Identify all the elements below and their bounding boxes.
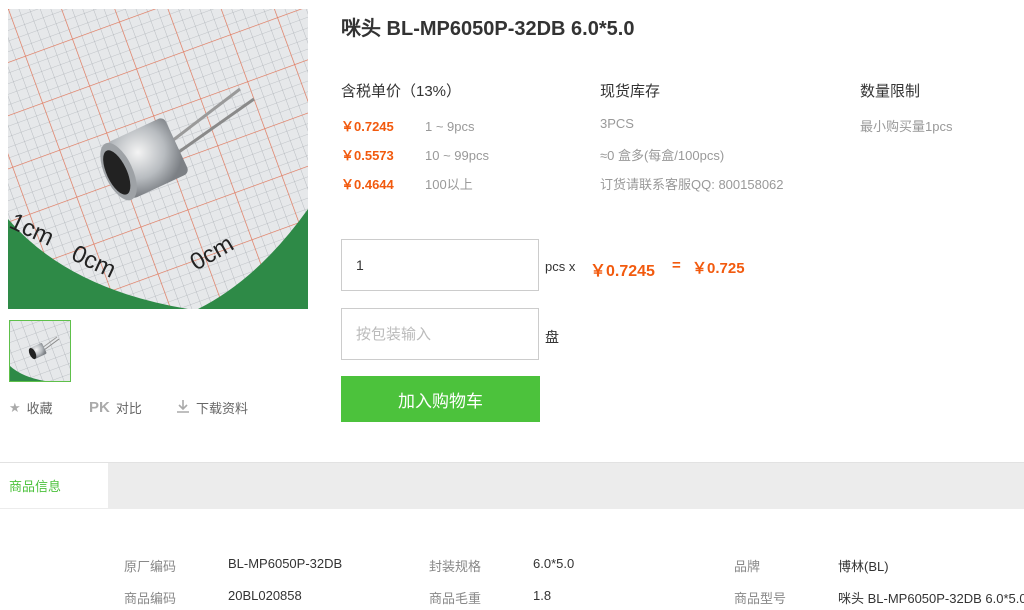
compare-button[interactable]: PK 对比 [89,398,142,417]
favorite-button[interactable]: ★ 收藏 [9,398,53,417]
stock-line: 3PCS [600,116,634,131]
tier-range: 10 ~ 99pcs [425,148,489,163]
quantity-input[interactable] [342,240,538,290]
tier-range: 100以上 [425,177,473,192]
download-button[interactable]: 下载资料 [176,398,248,417]
spec-label: 商品编码 [124,591,177,606]
price-tier-row: ￥0.7245 1 ~ 9pcs [341,116,571,135]
spec-label: 封装规格 [429,559,482,574]
spec-value: BL-MP6050P-32DB [228,556,343,571]
stock-line: ≈0 盒多(每盒/100pcs) [600,148,725,163]
product-main-image: 1cm 0cm 0cm [8,9,308,309]
add-to-cart-button[interactable]: 加入购物车 [341,376,540,422]
limit-text: 最小购买量1pcs [860,119,953,134]
download-icon [176,399,190,416]
favorite-label: 收藏 [26,401,53,416]
unit-price: ￥0.7245 [590,263,655,280]
spec-value: 咪头 BL-MP6050P-32DB 6.0*5.0 [838,591,1024,606]
tier-price: ￥0.4644 [341,177,394,192]
package-unit-label: 盘 [545,329,559,345]
spec-label: 商品型号 [734,591,787,606]
compare-label: 对比 [115,401,142,416]
total-price: ￥0.725 [692,260,745,277]
equals-sign: = [672,257,681,274]
stock-contact-line: 订货请联系客服QQ: 800158062 [600,177,784,192]
spec-value: 20BL020858 [228,588,302,603]
spec-label: 原厂编码 [124,559,177,574]
microphone-thumb [10,321,70,381]
limit-header: 数量限制 [860,83,921,100]
product-title: 咪头 BL-MP6050P-32DB 6.0*5.0 [341,18,635,40]
spec-value: 博林(BL) [838,559,889,574]
spec-value: 6.0*5.0 [533,556,575,571]
spec-value: 1.8 [533,588,552,603]
quantity-field [341,239,539,291]
tier-range: 1 ~ 9pcs [425,119,475,134]
detail-tab-bar [0,462,1024,509]
star-icon: ★ [9,399,21,415]
tier-price: ￥0.7245 [341,119,394,134]
spec-label: 商品毛重 [429,591,482,606]
stock-header: 现货库存 [600,83,661,100]
price-header: 含税单价（13%） [341,83,462,100]
download-label: 下载资料 [196,401,249,416]
product-thumbnail[interactable] [9,320,71,382]
microphone-photo: 1cm 0cm 0cm [8,9,308,309]
package-field [341,308,539,360]
package-input[interactable] [342,309,538,359]
spec-label: 品牌 [734,559,761,574]
price-tier-row: ￥0.5573 10 ~ 99pcs [341,145,571,164]
unit-multiplier-label: pcs x [545,259,576,274]
tab-product-info[interactable]: 商品信息 [0,462,108,508]
pk-icon: PK [89,399,110,416]
tier-price: ￥0.5573 [341,148,394,163]
price-tier-row: ￥0.4644 100以上 [341,174,571,193]
